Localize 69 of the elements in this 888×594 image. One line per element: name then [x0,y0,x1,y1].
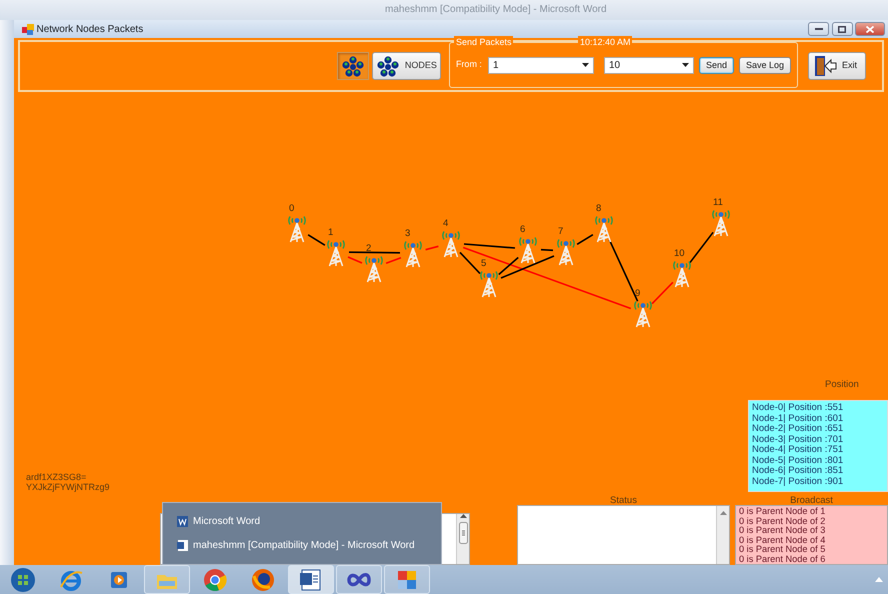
to-dropdown[interactable]: 10 [604,56,694,74]
scroll-up-icon[interactable] [460,514,466,518]
from-label: From : [456,58,482,72]
broadcast-entry: 0 is Parent Node of 6 [739,554,826,564]
maximize-icon [838,26,846,32]
node-label: 2 [366,244,372,254]
preview-item[interactable]: maheshmm [Compatibility Mode] - Microsoft Word [177,538,427,554]
close-button[interactable] [855,22,885,36]
app-icon [22,24,34,34]
key-text: ardf1XZ3SG8= [26,472,88,482]
status-title: Status [609,496,638,505]
maximize-button[interactable] [832,22,852,36]
node-label: 6 [520,225,526,235]
node-label: 0 [289,204,294,214]
document-icon [177,540,188,552]
background-window-title: maheshmm [Compatibility Mode] - Microsoft Word [385,4,607,15]
minimize-button[interactable] [808,22,829,36]
node-label: 1 [328,228,334,238]
node-cluster-icon [376,54,400,78]
node-cluster-icon [341,54,366,78]
taskbar-button[interactable] [336,565,382,594]
fox-globe-icon [250,566,276,592]
window-title: Network Nodes Packets [36,22,144,36]
broadcast-entry: 0 is Parent Node of 3 [739,526,826,536]
position-entry: Node-4| Position :751 [752,445,844,456]
from-dropdown[interactable]: 1 [488,56,594,74]
broadcast-entry: 0 is Parent Node of 2 [739,516,826,526]
caret-icon [682,62,689,67]
scroll-up-icon[interactable] [720,511,726,515]
node-label: 4 [443,219,448,229]
document-icon [177,516,188,527]
position-entry: Node-2| Position :651 [752,424,844,435]
taskbar-button[interactable] [384,565,430,594]
node-label: 10 [674,249,685,259]
position-entry: Node-3| Position :701 [752,434,844,445]
clock-time: 10:12:40 AM [578,36,632,48]
position-entry: Node-1| Position :601 [752,414,844,424]
node-label: 7 [558,227,564,237]
node-label: 5 [481,259,486,269]
position-title: Position [825,378,860,392]
taskbar-button[interactable] [288,565,334,594]
circle-logo-icon [202,566,228,592]
position-entry: Node-6| Position :851 [752,466,844,477]
key-text: YXJkZjFYWjNTRzg9 [26,482,110,492]
position-entry: Node-7| Position :901 [752,476,844,488]
door-arrow-icon [813,55,837,77]
minimize-icon [814,28,822,30]
send-button[interactable]: Send [698,56,734,74]
position-entry: Node-0| Position :551 [752,403,844,414]
network-button[interactable] [337,52,370,80]
nodes-button[interactable]: NODES [372,52,441,80]
caret-icon [582,62,589,67]
scroll-thumb-icon[interactable] [458,522,468,544]
broadcast-entry: 0 is Parent Node of 4 [739,536,826,545]
node-label: 9 [635,289,640,299]
node-label: 8 [596,204,602,214]
save-log-button[interactable]: Save Log [738,56,791,74]
node-label: 3 [405,229,410,239]
start-orb-icon [10,566,36,592]
position-entry: Node-5| Position :801 [752,456,844,466]
close-icon [866,26,874,32]
node-label: 11 [713,198,723,208]
broadcast-entry: 0 is Parent Node of 5 [739,545,826,555]
broadcast-title: Broadcast [789,496,834,505]
broadcast-entry: 0 is Parent Node of 1 [739,507,826,517]
exit-button[interactable]: Exit [808,52,866,80]
group-title: Send Packets [454,36,514,48]
status-box[interactable] [517,505,730,565]
preview-item[interactable]: Microsoft Word [177,514,427,529]
